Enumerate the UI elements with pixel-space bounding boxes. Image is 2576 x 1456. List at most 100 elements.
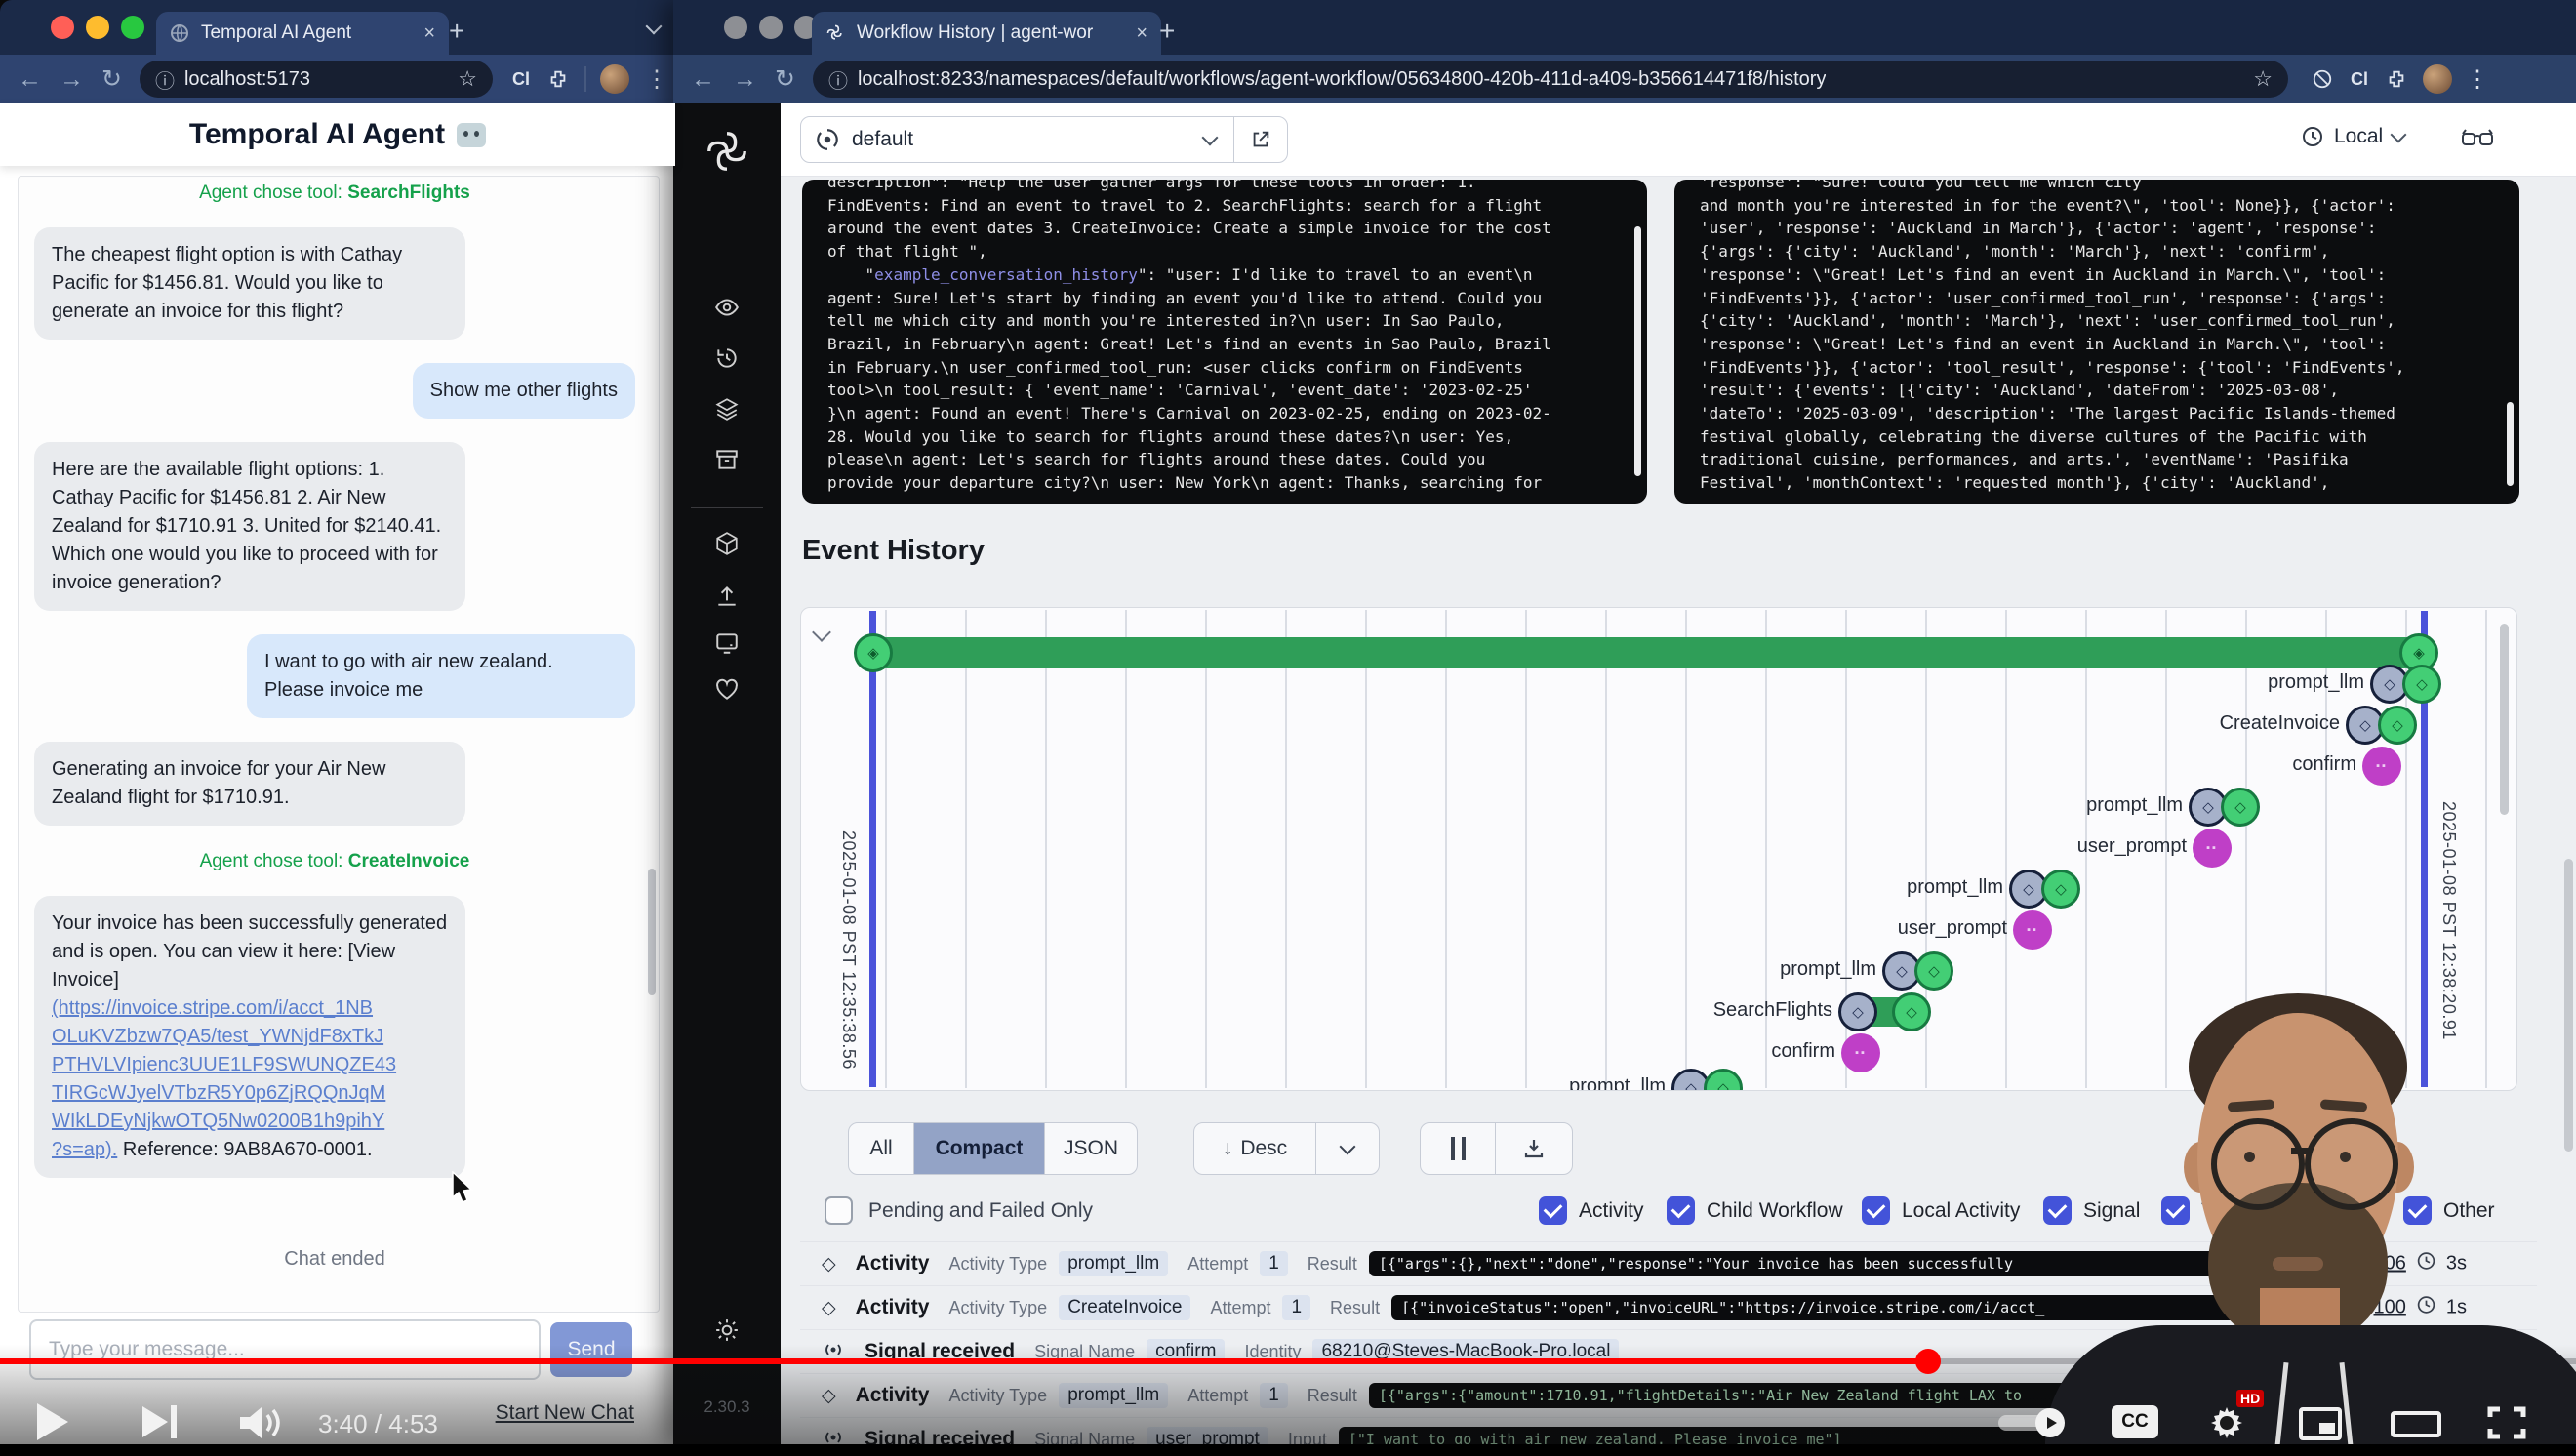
- minimize-window-button[interactable]: [86, 16, 109, 39]
- invoice-link[interactable]: ?s=ap).: [52, 1139, 117, 1160]
- site-info-icon[interactable]: ⓘ: [828, 65, 848, 94]
- signal-event-dot[interactable]: ▪▪: [1841, 1033, 1880, 1072]
- code-panel-scrollbar[interactable]: [2507, 402, 2514, 486]
- browser-menu-icon[interactable]: ⋮: [2466, 65, 2489, 94]
- download-button[interactable]: [1496, 1123, 1572, 1174]
- browser-menu-icon[interactable]: ⋮: [645, 65, 668, 94]
- heart-icon[interactable]: [714, 677, 740, 708]
- monitor-icon[interactable]: [714, 630, 740, 661]
- tab-close-icon[interactable]: ×: [423, 22, 435, 45]
- activity-scheduled-dot[interactable]: ◇: [1838, 992, 1877, 1031]
- code-panel-scrollbar[interactable]: [1634, 226, 1641, 476]
- namespace-select[interactable]: default: [800, 116, 1288, 163]
- back-icon[interactable]: ←: [18, 65, 42, 94]
- close-window-button[interactable]: [724, 16, 747, 39]
- layers-icon[interactable]: [714, 396, 740, 426]
- forward-icon[interactable]: →: [60, 65, 84, 94]
- extensions-puzzle-icon[interactable]: [2386, 68, 2407, 90]
- new-tab-button[interactable]: +: [1159, 18, 1175, 45]
- checkbox-icon[interactable]: [1667, 1196, 1695, 1225]
- sun-icon[interactable]: [714, 1317, 740, 1348]
- tab-temporal-ai-agent[interactable]: Temporal AI Agent ×: [156, 12, 449, 55]
- invoice-link[interactable]: (https://invoice.stripe.com/i/acct_1NB: [52, 994, 448, 1023]
- pause-button[interactable]: [1421, 1123, 1496, 1174]
- workflow-start-dot[interactable]: ◈: [854, 633, 893, 672]
- timeline-collapse-chevron-icon[interactable]: [815, 626, 828, 644]
- code-panel-input[interactable]: description": "Help the user gather args…: [802, 180, 1647, 504]
- settings-gear-icon[interactable]: [2207, 1403, 2246, 1442]
- pending-failed-checkbox[interactable]: [825, 1196, 853, 1225]
- invoice-link[interactable]: OLuKVZbzw7QA5/test_YWNjdF8xTkJ: [52, 1023, 448, 1051]
- view-all-button[interactable]: All: [849, 1123, 914, 1174]
- activity-completed-dot[interactable]: ◇: [2402, 665, 2441, 704]
- invoice-link[interactable]: WIkLDEyNjkwOTQ5Nw0200B1h9pihY: [52, 1108, 448, 1136]
- bookmark-star-icon[interactable]: ☆: [458, 66, 477, 92]
- code-panel-result[interactable]: 'response': "Sure! Could you tell me whi…: [1674, 180, 2519, 504]
- bookmark-star-icon[interactable]: ☆: [2253, 66, 2273, 92]
- reload-icon[interactable]: ↻: [775, 64, 795, 94]
- view-compact-button[interactable]: Compact: [914, 1123, 1045, 1174]
- type-filter-activity[interactable]: Activity: [1539, 1196, 1644, 1225]
- activity-completed-dot[interactable]: ◇: [1892, 992, 1931, 1031]
- signal-event-dot[interactable]: ▪▪: [2362, 747, 2401, 786]
- package-icon[interactable]: [714, 531, 740, 561]
- chat-scroll-area[interactable]: Agent chose tool: SearchFlightsThe cheap…: [32, 177, 637, 1312]
- eye-icon[interactable]: [714, 295, 740, 325]
- activity-completed-dot[interactable]: ◇: [2221, 788, 2260, 827]
- letterbox-strip: [0, 1444, 2576, 1456]
- extensions-puzzle-icon[interactable]: [547, 68, 569, 90]
- reload-icon[interactable]: ↻: [101, 64, 122, 94]
- zoom-window-button[interactable]: [121, 16, 144, 39]
- claude-extension-icon[interactable]: Cl: [512, 69, 530, 90]
- activity-completed-dot[interactable]: ◇: [2041, 870, 2080, 909]
- video-progress-played[interactable]: [0, 1358, 1930, 1364]
- activity-completed-dot[interactable]: ◇: [2378, 706, 2417, 745]
- volume-icon[interactable]: [236, 1403, 287, 1442]
- back-icon[interactable]: ←: [691, 65, 715, 94]
- invoice-link[interactable]: TIRGcWJyelVTbzR5Y0p6ZjRQQnJqM: [52, 1079, 448, 1108]
- archive-icon[interactable]: [714, 447, 740, 477]
- profile-avatar[interactable]: [600, 64, 629, 94]
- next-button[interactable]: [142, 1405, 177, 1438]
- minimize-window-button[interactable]: [759, 16, 783, 39]
- address-bar[interactable]: ⓘ localhost:8233/namespaces/default/work…: [813, 61, 2288, 98]
- labs-glasses-icon[interactable]: [2461, 127, 2494, 150]
- pending-failed-filter[interactable]: Pending and Failed Only: [825, 1196, 1093, 1225]
- upload-icon[interactable]: [714, 584, 740, 614]
- invoice-link[interactable]: PTHVLVIpienc3UUE1LF9SWUNQZE43: [52, 1051, 448, 1079]
- tab-search-chevron-icon[interactable]: [648, 20, 660, 37]
- activity-completed-dot[interactable]: ◇: [1914, 951, 1953, 991]
- claude-extension-icon[interactable]: Cl: [2351, 69, 2368, 90]
- type-filter-local-activity[interactable]: Local Activity: [1862, 1196, 2020, 1225]
- chat-scrollbar[interactable]: [648, 869, 656, 995]
- checkbox-icon[interactable]: [1539, 1196, 1567, 1225]
- checkbox-icon[interactable]: [1862, 1196, 1890, 1225]
- signal-event-dot[interactable]: ▪▪: [2013, 910, 2052, 950]
- external-link-icon[interactable]: [1250, 129, 1271, 150]
- type-filter-child-workflow[interactable]: Child Workflow: [1667, 1196, 1843, 1225]
- autoplay-toggle[interactable]: [1998, 1415, 2061, 1431]
- captions-button[interactable]: CC: [2112, 1405, 2158, 1438]
- workflow-execution-bar[interactable]: [884, 637, 2419, 668]
- profile-avatar[interactable]: [2423, 64, 2452, 94]
- time-mode-select[interactable]: Local: [2301, 125, 2404, 148]
- theater-mode-button[interactable]: [2391, 1411, 2441, 1437]
- site-info-icon[interactable]: ⓘ: [155, 65, 175, 94]
- signal-event-dot[interactable]: ▪▪: [2193, 829, 2232, 868]
- address-bar[interactable]: ⓘ localhost:5173 ☆: [140, 61, 493, 98]
- play-button[interactable]: [37, 1403, 68, 1440]
- view-json-button[interactable]: JSON: [1045, 1123, 1137, 1174]
- tab-workflow-history[interactable]: Workflow History | agent-wor ×: [812, 12, 1161, 55]
- close-window-button[interactable]: [51, 16, 74, 39]
- history-icon[interactable]: [714, 345, 740, 376]
- sort-desc-button[interactable]: ↓ Desc: [1194, 1123, 1316, 1174]
- forward-icon[interactable]: →: [733, 65, 757, 94]
- permission-icon[interactable]: [2312, 68, 2333, 90]
- fullscreen-button[interactable]: [2486, 1405, 2527, 1440]
- timeline-scrollbar[interactable]: [2500, 624, 2509, 815]
- video-progress-handle[interactable]: [1915, 1349, 1941, 1374]
- sort-chevron-button[interactable]: [1316, 1123, 1379, 1174]
- miniplayer-button[interactable]: [2299, 1407, 2342, 1440]
- new-tab-button[interactable]: +: [449, 18, 464, 45]
- tab-close-icon[interactable]: ×: [1136, 22, 1147, 45]
